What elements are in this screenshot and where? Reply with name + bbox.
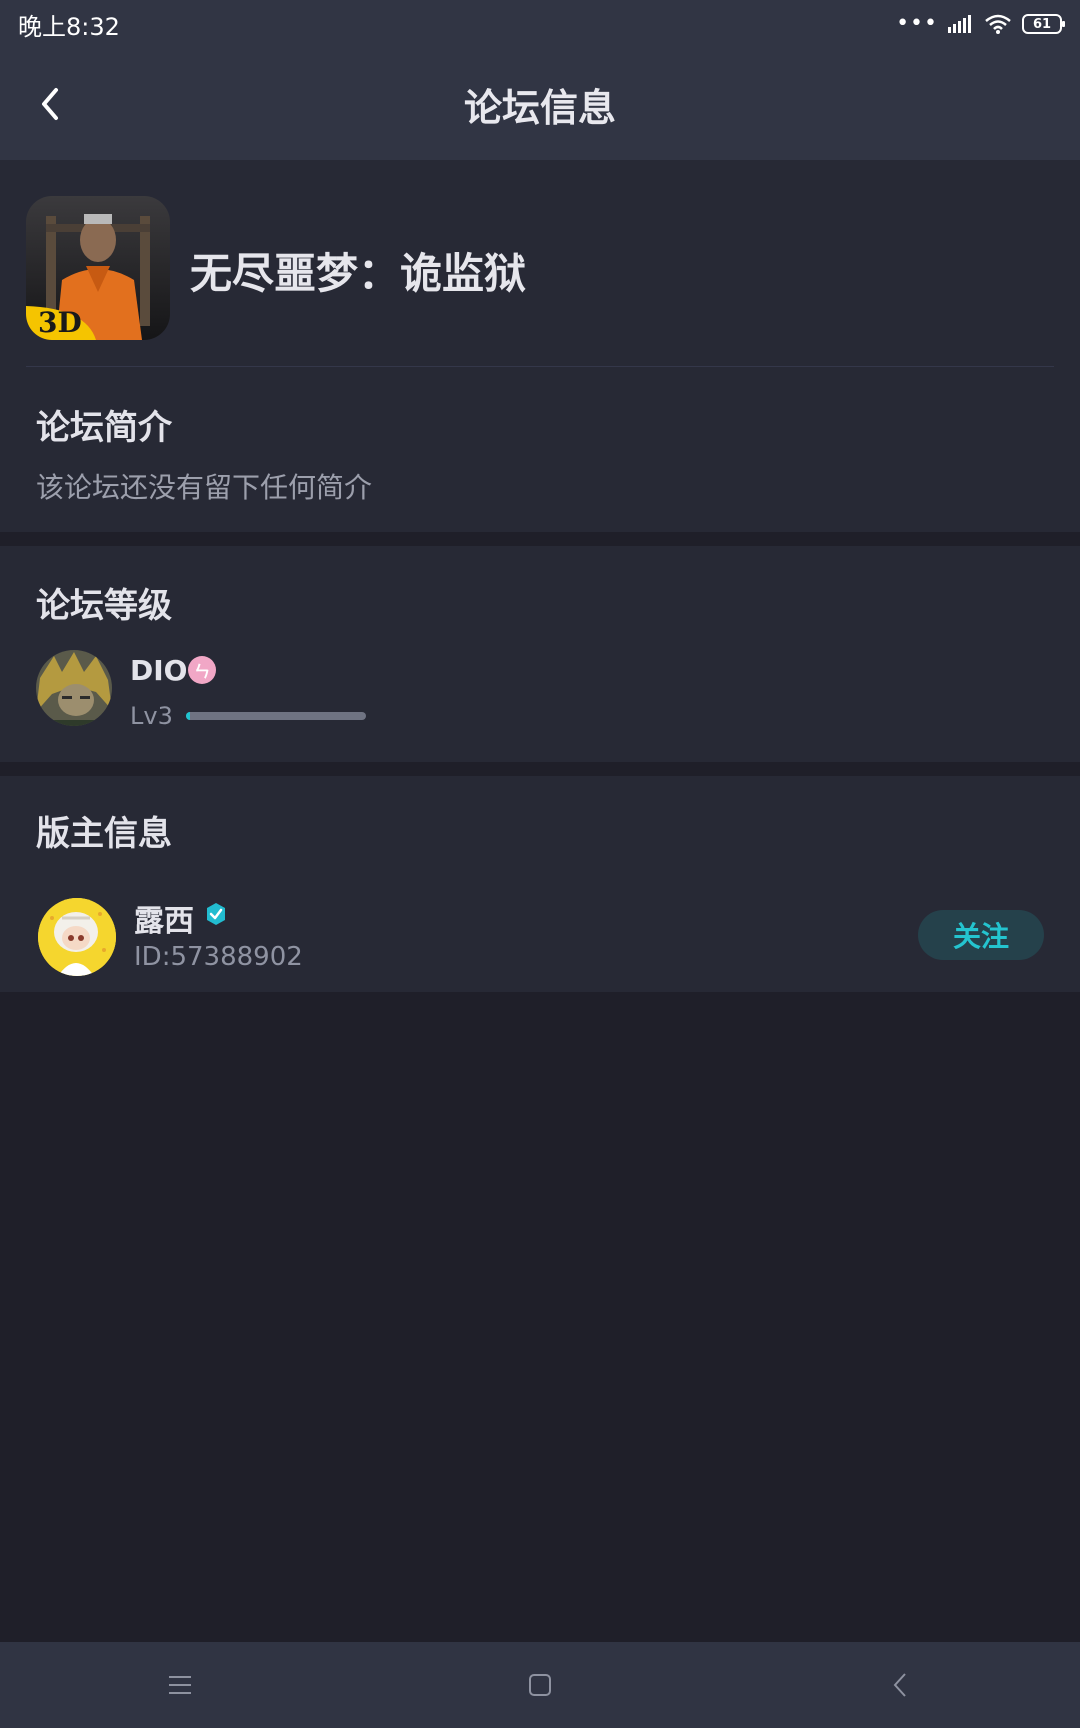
signal-icon xyxy=(948,15,974,33)
wifi-icon xyxy=(984,14,1012,34)
forum-icon[interactable]: 3D xyxy=(26,196,170,340)
follow-button[interactable]: 关注 xyxy=(918,910,1044,960)
menu-icon xyxy=(169,1676,191,1694)
system-back-button[interactable] xyxy=(870,1655,930,1715)
battery-level: 61 xyxy=(1032,16,1052,32)
divider xyxy=(26,366,1054,367)
moderator-avatar[interactable] xyxy=(38,898,116,976)
header: 论坛信息 xyxy=(0,48,1080,160)
home-button[interactable] xyxy=(510,1655,570,1715)
pink-badge-icon: ㄣ xyxy=(188,656,216,684)
home-square-icon xyxy=(529,1674,551,1696)
moderator-title: 版主信息 xyxy=(36,814,172,854)
page-title: 论坛信息 xyxy=(463,85,616,130)
back-triangle-icon xyxy=(893,1673,906,1697)
level-title: 论坛等级 xyxy=(36,586,172,626)
forum-level-card: 论坛等级 DIO ㄣ Lv3 xyxy=(0,546,1080,762)
battery-icon: 61 xyxy=(1022,14,1065,34)
intro-title: 论坛简介 xyxy=(36,408,172,448)
avatar[interactable] xyxy=(36,650,112,726)
more-dots-icon: ••• xyxy=(896,11,938,36)
back-button[interactable] xyxy=(22,76,78,132)
intro-text: 该论坛还没有留下任何简介 xyxy=(36,471,373,504)
level-progress-bar xyxy=(186,712,366,720)
status-time: 晚上8:32 xyxy=(18,12,120,41)
level-progress-fill xyxy=(186,712,190,720)
forum-info-card: 3D 无尽噩梦：诡监狱 论坛简介 该论坛还没有留下任何简介 xyxy=(0,160,1080,532)
status-icons: ••• 61 xyxy=(896,11,1065,36)
verified-icon xyxy=(207,903,225,925)
svg-text:3D: 3D xyxy=(38,306,82,339)
forum-name: 无尽噩梦：诡监狱 xyxy=(190,249,527,298)
system-nav-bar xyxy=(0,1642,1080,1728)
status-bar: 晚上8:32 ••• 61 xyxy=(0,0,1080,48)
chevron-left-icon xyxy=(42,88,58,120)
user-name: DIO xyxy=(130,654,188,687)
moderator-card: 版主信息 露西 ID:57388902 关注 xyxy=(0,776,1080,992)
moderator-id: ID:57388902 xyxy=(134,942,303,972)
moderator-name: 露西 xyxy=(134,904,194,939)
menu-button[interactable] xyxy=(150,1655,210,1715)
level-label: Lv3 xyxy=(130,702,173,730)
